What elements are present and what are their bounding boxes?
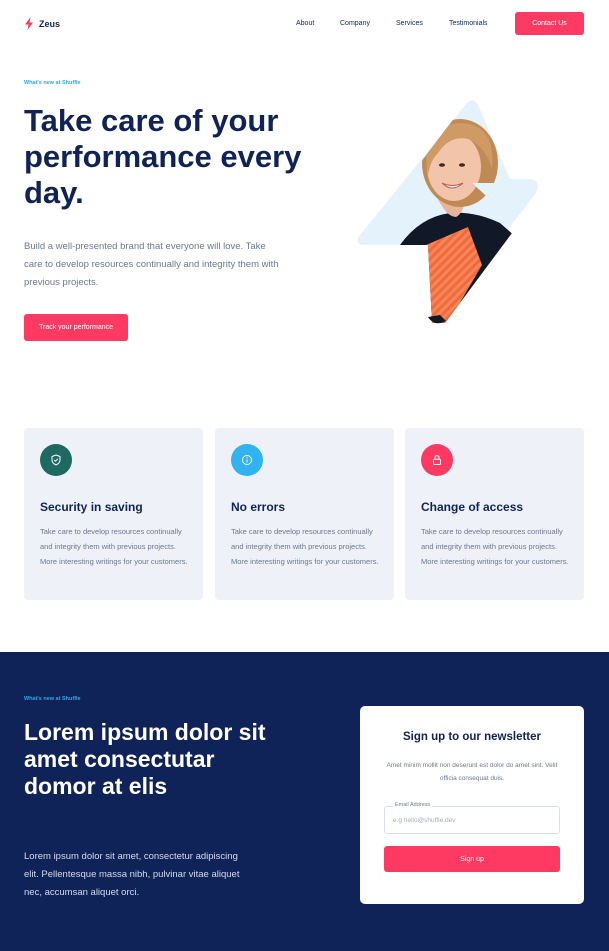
nav-link-services[interactable]: Services: [396, 20, 423, 27]
hero-eyebrow: What's new at Shuffle: [24, 80, 81, 86]
contact-us-button[interactable]: Contact Us: [515, 12, 584, 35]
lightning-icon: [25, 17, 33, 30]
nav-link-testimonials[interactable]: Testimonials: [449, 20, 488, 27]
feature-text: Take care to develop resources continual…: [231, 527, 379, 566]
feature-title: Change of access: [421, 500, 524, 514]
feature-text: Take care to develop resources continual…: [421, 527, 569, 566]
hero-subtitle: Build a well-presented brand that everyo…: [24, 241, 279, 288]
email-field[interactable]: [393, 814, 553, 826]
newsletter-section-subtitle: Lorem ipsum dolor sit amet, consectetur …: [24, 851, 240, 898]
lock-icon: [421, 444, 453, 476]
feature-title: Security in saving: [40, 500, 143, 514]
top-nav: Zeus About Company Services Testimonials…: [0, 0, 609, 48]
sign-up-button[interactable]: Sign up: [384, 846, 560, 872]
email-field-label: Email Address: [393, 802, 433, 808]
feature-text: Take care to develop resources continual…: [40, 527, 188, 566]
logo-link[interactable]: Zeus: [24, 17, 60, 30]
info-icon: [231, 444, 263, 476]
newsletter-card-text: Amet minim mollit non deserunt est dolor…: [386, 762, 558, 782]
feature-title: No errors: [231, 500, 286, 514]
email-field-wrapper: Email Address: [384, 802, 560, 834]
newsletter-section: What's new at Shuffle Lorem ipsum dolor …: [0, 652, 609, 951]
feature-card-no-errors: No errors Take care to develop resources…: [215, 428, 394, 600]
hero-title: Take care of your performance every day.: [24, 103, 302, 210]
newsletter-section-title: Lorem ipsum dolor sit amet consectutar d…: [24, 719, 266, 799]
newsletter-card: Sign up to our newsletter Amet minim mol…: [360, 706, 584, 904]
shield-icon: [40, 444, 72, 476]
nav-link-about[interactable]: About: [296, 20, 314, 27]
hero-portrait-image: [357, 100, 538, 324]
feature-card-security: Security in saving Take care to develop …: [24, 428, 203, 600]
newsletter-eyebrow: What's new at Shuffle: [24, 696, 81, 702]
logo-text: Zeus: [39, 18, 61, 29]
track-performance-button[interactable]: Track your performance: [24, 314, 128, 341]
newsletter-card-title: Sign up to our newsletter: [402, 731, 541, 743]
feature-card-access: Change of access Take care to develop re…: [405, 428, 584, 600]
nav-link-company[interactable]: Company: [340, 20, 370, 27]
